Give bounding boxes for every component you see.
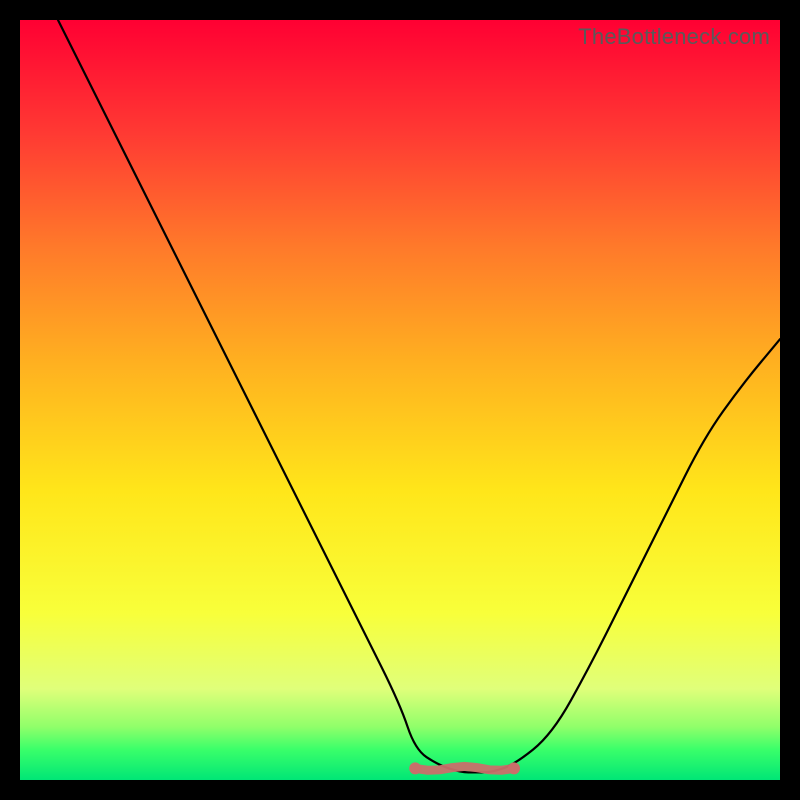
optimal-region-dot [508, 762, 520, 774]
optimal-region-band [415, 766, 514, 770]
bottleneck-curve-path [58, 20, 780, 772]
bottleneck-curve-svg [20, 20, 780, 780]
optimal-region-dots [409, 762, 520, 774]
chart-plot-area: TheBottleneck.com [20, 20, 780, 780]
watermark-text: TheBottleneck.com [578, 24, 770, 50]
optimal-region-dot [409, 762, 421, 774]
